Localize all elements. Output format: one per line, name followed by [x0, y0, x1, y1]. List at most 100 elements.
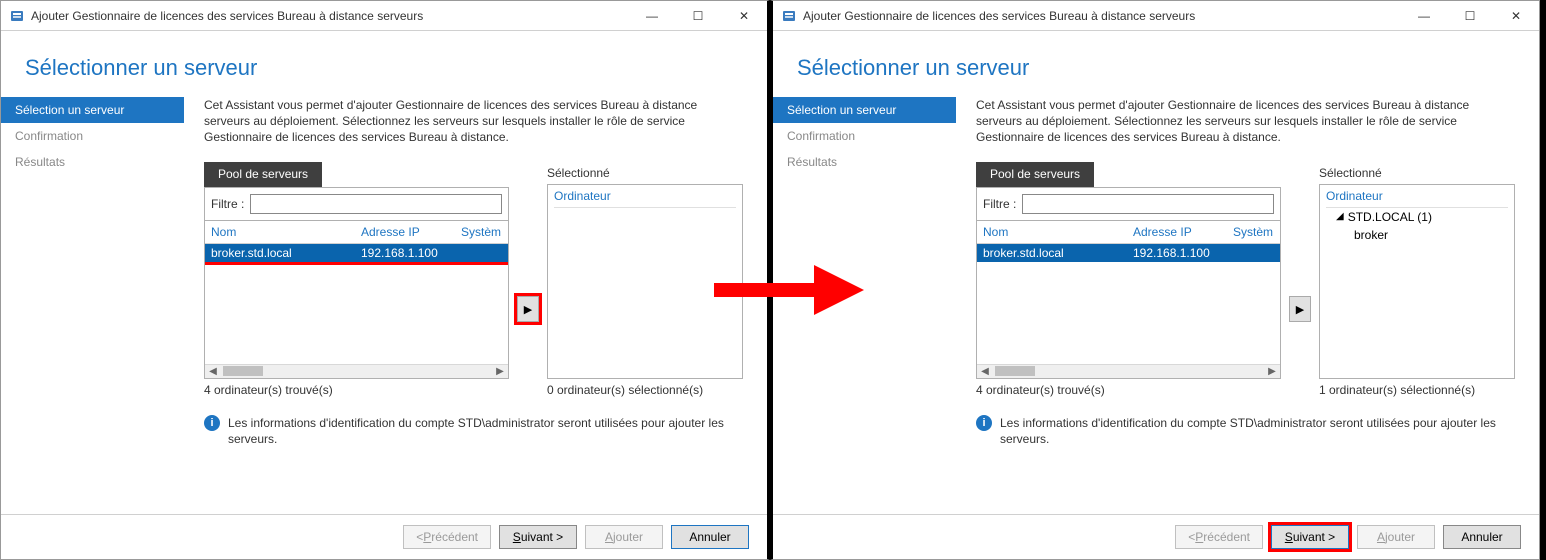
horizontal-scrollbar[interactable]: ◀ ▶ — [977, 364, 1280, 378]
wizard-steps-sidebar: Sélection un serveur Confirmation Résult… — [773, 91, 956, 514]
wizard-footer: < Précédent Suivant > Ajouter Annuler — [773, 514, 1539, 559]
add-button: Ajouter — [1357, 525, 1435, 549]
col-header-name[interactable]: Nom — [211, 225, 361, 239]
selected-column: Sélectionné Ordinateur ◢ STD.LOCAL (1) b… — [1319, 162, 1515, 397]
tab-server-pool[interactable]: Pool de serveurs — [976, 162, 1094, 187]
cell-system — [1233, 246, 1274, 260]
window-controls: — ☐ ✕ — [629, 1, 767, 30]
table-row[interactable]: broker.std.local 192.168.1.100 — [205, 244, 508, 262]
wizard-content: Cet Assistant vous permet d'ajouter Gest… — [956, 91, 1515, 514]
app-icon — [9, 8, 25, 24]
add-button: Ajouter — [585, 525, 663, 549]
cancel-button[interactable]: Annuler — [671, 525, 749, 549]
server-pool-column: Pool de serveurs Filtre : Nom Adresse IP… — [976, 162, 1281, 397]
step-results: Résultats — [773, 149, 956, 175]
page-title: Sélectionner un serveur — [25, 55, 743, 81]
transfer-buttons: ▶ — [1289, 162, 1311, 397]
next-button[interactable]: Suivant > — [1271, 525, 1349, 549]
wizard-footer: < Précédent Suivant > Ajouter Annuler — [1, 514, 767, 559]
transfer-buttons: ▶ — [517, 162, 539, 397]
tree-group[interactable]: ◢ STD.LOCAL (1) — [1326, 208, 1508, 226]
cell-name: broker.std.local — [211, 246, 361, 260]
info-text: Les informations d'identification du com… — [228, 415, 743, 447]
step-results: Résultats — [1, 149, 184, 175]
col-header-ip[interactable]: Adresse IP — [1133, 225, 1233, 239]
step-select-server[interactable]: Sélection un serveur — [1, 97, 184, 123]
maximize-button[interactable]: ☐ — [675, 1, 721, 30]
page-header: Sélectionner un serveur — [773, 31, 1539, 91]
pool-count-label: 4 ordinateur(s) trouvé(s) — [976, 379, 1281, 397]
cell-ip: 192.168.1.100 — [361, 246, 461, 260]
add-server-button[interactable]: ▶ — [517, 296, 539, 322]
wizard-body: Sélection un serveur Confirmation Résult… — [773, 91, 1539, 514]
tree-leaf[interactable]: broker — [1326, 226, 1508, 244]
caret-down-icon: ◢ — [1336, 211, 1344, 222]
table-row[interactable]: broker.std.local 192.168.1.100 — [977, 244, 1280, 262]
selected-count-label: 1 ordinateur(s) sélectionné(s) — [1319, 379, 1515, 397]
window-controls: — ☐ ✕ — [1401, 1, 1539, 30]
filter-row: Filtre : — [976, 187, 1281, 221]
filter-label: Filtre : — [211, 197, 244, 211]
maximize-button[interactable]: ☐ — [1447, 1, 1493, 30]
previous-button: < Précédent — [1175, 525, 1263, 549]
server-pool-column: Pool de serveurs Filtre : Nom Adresse IP… — [204, 162, 509, 397]
selected-list[interactable]: Ordinateur ◢ STD.LOCAL (1) broker — [1319, 184, 1515, 379]
scroll-left-icon[interactable]: ◀ — [205, 366, 221, 377]
col-header-name[interactable]: Nom — [983, 225, 1133, 239]
cell-ip: 192.168.1.100 — [1133, 246, 1233, 260]
window-title: Ajouter Gestionnaire de licences des ser… — [31, 9, 629, 23]
next-button[interactable]: Suivant > — [499, 525, 577, 549]
table-header: Nom Adresse IP Systèm — [977, 221, 1280, 244]
wizard-window-left: Ajouter Gestionnaire de licences des ser… — [0, 0, 770, 560]
selected-label: Sélectionné — [547, 162, 743, 184]
filter-input[interactable] — [250, 194, 502, 214]
page-header: Sélectionner un serveur — [1, 31, 767, 91]
col-header-ip[interactable]: Adresse IP — [361, 225, 461, 239]
table-header: Nom Adresse IP Systèm — [205, 221, 508, 244]
scroll-thumb[interactable] — [995, 366, 1035, 376]
wizard-window-right: Ajouter Gestionnaire de licences des ser… — [770, 0, 1540, 560]
filter-row: Filtre : — [204, 187, 509, 221]
filter-label: Filtre : — [983, 197, 1016, 211]
info-icon: i — [976, 415, 992, 431]
wizard-steps-sidebar: Sélection un serveur Confirmation Résult… — [1, 91, 184, 514]
step-confirmation: Confirmation — [773, 123, 956, 149]
titlebar: Ajouter Gestionnaire de licences des ser… — [1, 1, 767, 31]
scroll-left-icon[interactable]: ◀ — [977, 366, 993, 377]
selected-column: Sélectionné Ordinateur 0 ordinateur(s) s… — [547, 162, 743, 397]
page-title: Sélectionner un serveur — [797, 55, 1515, 81]
scroll-thumb[interactable] — [223, 366, 263, 376]
minimize-button[interactable]: — — [629, 1, 675, 30]
info-icon: i — [204, 415, 220, 431]
selected-list-header: Ordinateur — [554, 189, 611, 203]
cancel-button[interactable]: Annuler — [1443, 525, 1521, 549]
server-pool-table: Nom Adresse IP Systèm broker.std.local 1… — [204, 221, 509, 379]
scroll-right-icon[interactable]: ▶ — [492, 366, 508, 377]
filter-input[interactable] — [1022, 194, 1274, 214]
step-confirmation: Confirmation — [1, 123, 184, 149]
pool-count-label: 4 ordinateur(s) trouvé(s) — [204, 379, 509, 397]
selected-label: Sélectionné — [1319, 162, 1515, 184]
info-row: i Les informations d'identification du c… — [976, 397, 1515, 447]
scroll-right-icon[interactable]: ▶ — [1264, 366, 1280, 377]
col-header-system[interactable]: Systèm — [461, 225, 502, 239]
minimize-button[interactable]: — — [1401, 1, 1447, 30]
add-server-button[interactable]: ▶ — [1289, 296, 1311, 322]
horizontal-scrollbar[interactable]: ◀ ▶ — [205, 364, 508, 378]
close-button[interactable]: ✕ — [1493, 1, 1539, 30]
titlebar: Ajouter Gestionnaire de licences des ser… — [773, 1, 1539, 31]
description-text: Cet Assistant vous permet d'ajouter Gest… — [976, 97, 1515, 146]
col-header-system[interactable]: Systèm — [1233, 225, 1274, 239]
app-icon — [781, 8, 797, 24]
step-select-server[interactable]: Sélection un serveur — [773, 97, 956, 123]
selected-list[interactable]: Ordinateur — [547, 184, 743, 379]
server-pool-table: Nom Adresse IP Systèm broker.std.local 1… — [976, 221, 1281, 379]
window-title: Ajouter Gestionnaire de licences des ser… — [803, 9, 1401, 23]
close-button[interactable]: ✕ — [721, 1, 767, 30]
info-text: Les informations d'identification du com… — [1000, 415, 1515, 447]
wizard-body: Sélection un serveur Confirmation Résult… — [1, 91, 767, 514]
tab-server-pool[interactable]: Pool de serveurs — [204, 162, 322, 187]
wizard-content: Cet Assistant vous permet d'ajouter Gest… — [184, 91, 743, 514]
selected-list-header: Ordinateur — [1326, 189, 1383, 203]
cell-name: broker.std.local — [983, 246, 1133, 260]
